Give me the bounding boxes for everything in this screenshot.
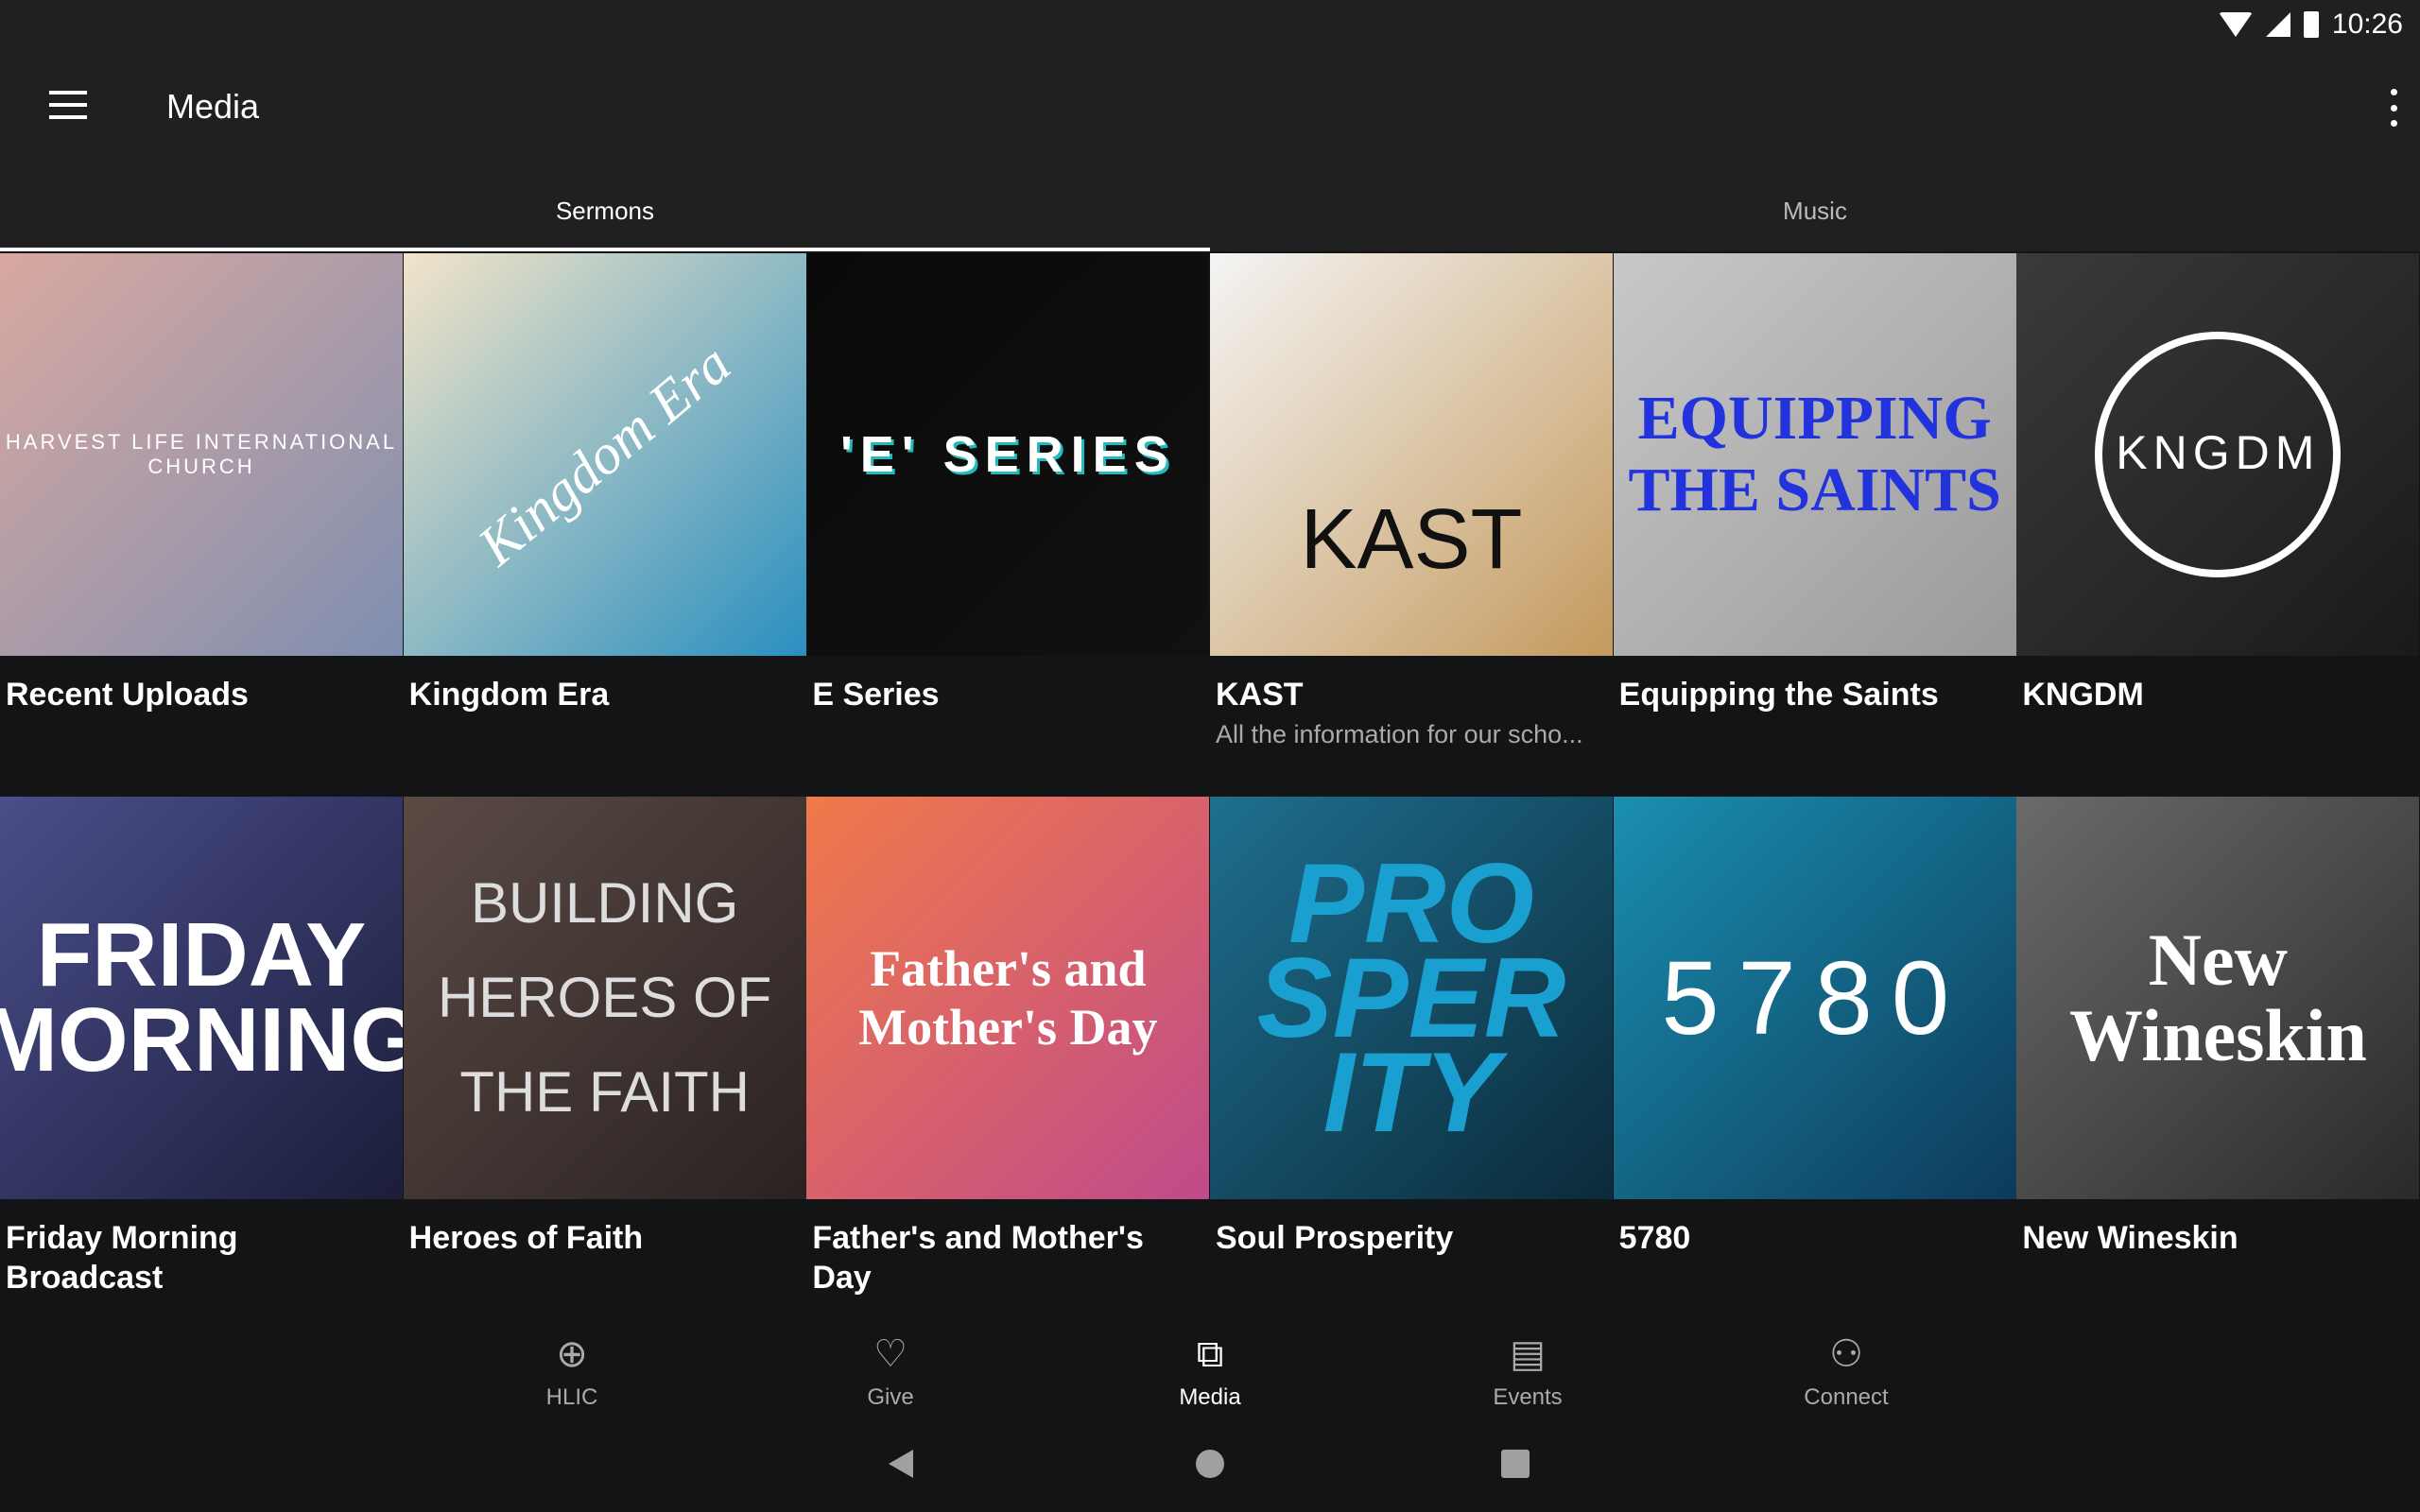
artwork-text: Father's and Mother's Day	[858, 940, 1158, 1056]
home-icon[interactable]	[1196, 1450, 1224, 1478]
nav-item-hlic[interactable]: ⊕ HLIC	[477, 1318, 666, 1411]
clock: 10:26	[2331, 9, 2403, 40]
artwork-text: EQUIPPING THE SAINTS	[1628, 384, 2001, 524]
media-tile[interactable]: KNGDM KNGDM	[2016, 253, 2420, 714]
system-navigation	[0, 1446, 2420, 1486]
media-tile[interactable]: 'E' SERIES E Series	[806, 253, 1210, 714]
nav-item-media[interactable]: ⧉ Media	[1115, 1318, 1305, 1411]
nav-label: Events	[1493, 1384, 1563, 1410]
nav-label: Give	[867, 1384, 914, 1410]
app-bar: 10:26 Media Sermons Music	[0, 0, 2420, 251]
artwork-text: New Wineskin	[2068, 919, 2367, 1076]
media-title: Friday Morning Broadcast	[6, 1220, 238, 1296]
media-artwork: PRO SPER ITY	[1210, 797, 1613, 1199]
media-subtitle: All the information for our scho...	[1216, 720, 1583, 748]
media-title: E Series	[812, 677, 940, 713]
heart-icon: ♡	[873, 1333, 908, 1375]
media-tile[interactable]: HARVEST LIFE INTERNATIONAL CHURCH Recent …	[0, 253, 403, 714]
artwork-text: KAST	[1300, 491, 1523, 587]
media-tile[interactable]: EQUIPPING THE SAINTS Equipping the Saints	[1613, 253, 2016, 714]
artwork-text: PRO SPER ITY	[1256, 840, 1566, 1156]
media-title: 5780	[1618, 1220, 1691, 1256]
connect-icon: ⚇	[1829, 1333, 1863, 1375]
artwork-text: HARVEST LIFE INTERNATIONAL CHURCH	[5, 430, 398, 478]
artwork-text: KNGDM	[2095, 332, 2342, 577]
page-title: Media	[166, 87, 260, 126]
more-vert-icon[interactable]	[2384, 89, 2403, 127]
media-artwork: BUILDING HEROES OF THE FAITH	[403, 797, 806, 1199]
media-artwork: 'E' SERIES	[806, 253, 1210, 656]
back-icon[interactable]	[889, 1450, 913, 1478]
media-tile[interactable]: 5780 5780	[1613, 797, 2016, 1258]
media-title: KAST	[1216, 677, 1304, 713]
tab-sermons[interactable]: Sermons	[0, 170, 1210, 251]
recents-icon[interactable]	[1501, 1450, 1530, 1478]
media-tile[interactable]: Father's and Mother's Day Father's and Mo…	[806, 797, 1210, 1297]
artwork-text: BUILDING HEROES OF THE FAITH	[437, 871, 772, 1124]
artwork-text: Kingdom Era	[466, 331, 743, 577]
nav-label: HLIC	[545, 1384, 598, 1410]
media-artwork: KAST	[1210, 253, 1613, 656]
media-title: Recent Uploads	[6, 677, 249, 713]
artwork-text: 5780	[1661, 939, 1969, 1057]
nav-item-events[interactable]: ▤ Events	[1433, 1318, 1622, 1411]
media-artwork: 5780	[1613, 797, 2016, 1199]
media-title: Equipping the Saints	[1618, 677, 1939, 713]
media-artwork: Kingdom Era	[403, 253, 806, 656]
nav-label: Media	[1179, 1384, 1241, 1410]
media-tile[interactable]: New Wineskin New Wineskin	[2016, 797, 2420, 1258]
calendar-icon: ▤	[1510, 1333, 1546, 1375]
media-tile[interactable]: BUILDING HEROES OF THE FAITH Heroes of Fa…	[403, 797, 806, 1258]
media-tile[interactable]: FRIDAY MORNING Friday Morning Broadcast	[0, 797, 403, 1297]
video-library-icon: ⧉	[1196, 1332, 1224, 1375]
media-tile[interactable]: KAST KAST All the information for our scho…	[1210, 253, 1613, 749]
media-artwork: KNGDM	[2016, 253, 2420, 656]
media-artwork: HARVEST LIFE INTERNATIONAL CHURCH	[0, 253, 403, 656]
battery-icon	[2303, 11, 2319, 38]
media-artwork: Father's and Mother's Day	[806, 797, 1210, 1199]
bottom-navigation: ⊕ HLIC ♡ Give ⧉ Media ▤ Events ⚇ Connect	[0, 1318, 2420, 1422]
status-bar: 10:26	[2218, 8, 2403, 42]
tab-indicator	[0, 248, 1210, 251]
nav-item-connect[interactable]: ⚇ Connect	[1752, 1318, 1941, 1411]
media-artwork: New Wineskin	[2016, 797, 2420, 1199]
media-title: KNGDM	[2022, 677, 2144, 713]
media-title: Father's and Mother's Day	[812, 1220, 1144, 1296]
globe-icon: ⊕	[556, 1333, 588, 1375]
media-title: Kingdom Era	[408, 677, 610, 713]
media-title: Soul Prosperity	[1216, 1220, 1454, 1256]
nav-label: Connect	[1804, 1384, 1889, 1410]
media-tile[interactable]: PRO SPER ITY Soul Prosperity	[1210, 797, 1613, 1258]
media-title: New Wineskin	[2022, 1220, 2238, 1256]
tab-music[interactable]: Music	[1210, 170, 2420, 251]
media-artwork: FRIDAY MORNING	[0, 797, 403, 1199]
signal-icon	[2265, 12, 2290, 37]
media-tile[interactable]: Kingdom Era Kingdom Era	[403, 253, 806, 714]
nav-item-give[interactable]: ♡ Give	[796, 1318, 985, 1411]
wifi-icon	[2218, 12, 2253, 37]
media-artwork: EQUIPPING THE SAINTS	[1613, 253, 2016, 656]
media-title: Heroes of Faith	[408, 1220, 644, 1256]
artwork-text: FRIDAY MORNING	[0, 904, 403, 1091]
hamburger-icon[interactable]	[49, 91, 87, 119]
artwork-text: 'E' SERIES	[839, 426, 1176, 483]
